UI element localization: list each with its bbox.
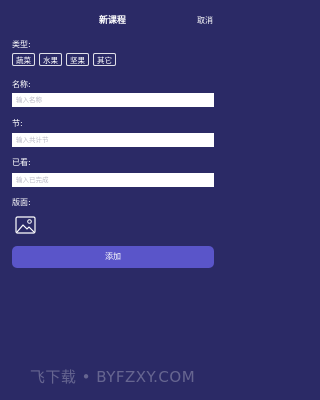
section-label: 节: — [12, 119, 23, 128]
name-label: 名称: — [12, 80, 31, 89]
type-label: 类型: — [12, 40, 31, 49]
cancel-button[interactable]: 取消 — [197, 12, 213, 30]
watched-label: 已看: — [12, 158, 31, 167]
section-input[interactable] — [12, 133, 214, 147]
cover-label: 版面: — [12, 198, 31, 207]
category-chip-nut[interactable]: 坚果 — [66, 53, 89, 66]
name-input[interactable] — [12, 93, 214, 107]
category-chip-vegetable[interactable]: 蔬菜 — [12, 53, 35, 66]
watched-input[interactable] — [12, 173, 214, 187]
category-chip-fruit[interactable]: 水果 — [39, 53, 62, 66]
watermark: 飞下载 • BYFZXY.COM — [29, 368, 196, 386]
add-button[interactable]: 添加 — [12, 246, 214, 268]
category-chip-other[interactable]: 其它 — [93, 53, 116, 66]
category-chip-group: 蔬菜 水果 坚果 其它 — [12, 53, 116, 66]
top-bar: 新课程 取消 — [0, 12, 225, 30]
image-placeholder-icon[interactable] — [15, 216, 36, 234]
page-title: 新课程 — [98, 16, 126, 26]
